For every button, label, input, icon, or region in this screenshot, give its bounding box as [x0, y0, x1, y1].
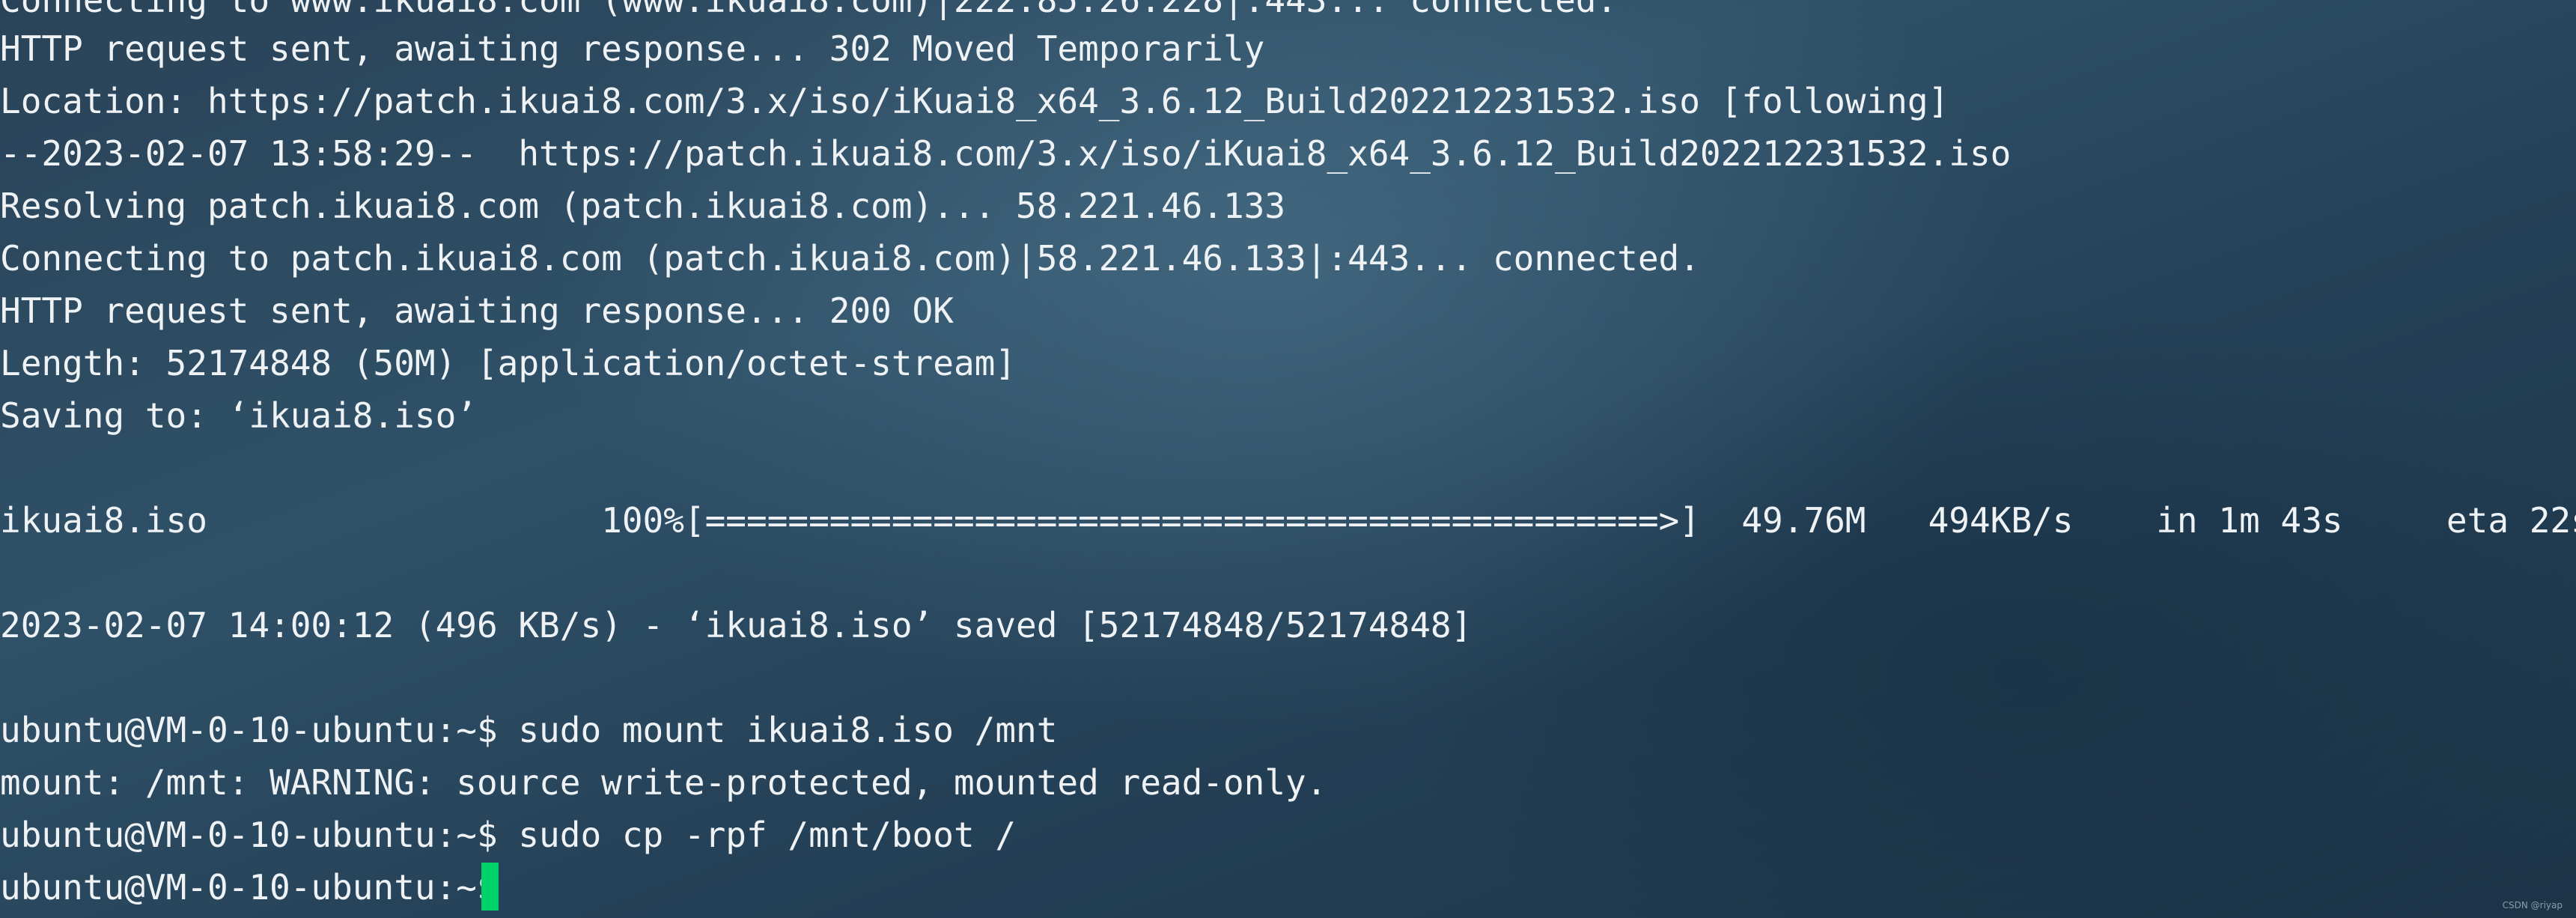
watermark: CSDN @riyap [2502, 900, 2563, 911]
terminal-prompt[interactable]: ubuntu@VM-0-10-ubuntu:~$ [0, 861, 518, 914]
terminal-line-copy-command: ubuntu@VM-0-10-ubuntu:~$ sudo cp -rpf /m… [0, 815, 1017, 855]
terminal-line-fetch-timestamp: --2023-02-07 13:58:29-- https://patch.ik… [0, 133, 2012, 174]
terminal-line-progress: ikuai8.iso 100%[========================… [0, 500, 2576, 541]
terminal-line-mount-command: ubuntu@VM-0-10-ubuntu:~$ sudo mount ikua… [0, 710, 1058, 750]
terminal-line-length: Length: 52174848 (50M) [application/octe… [0, 343, 1017, 383]
terminal-line-connecting-patch: Connecting to patch.ikuai8.com (patch.ik… [0, 238, 1700, 279]
terminal-line-mount-warning: mount: /mnt: WARNING: source write-prote… [0, 762, 1327, 803]
terminal-line-saving-to: Saving to: ‘ikuai8.iso’ [0, 395, 477, 436]
terminal-window[interactable]: Connecting to www.ikuai8.com (www.ikuai8… [0, 0, 2576, 918]
terminal-line-http-302: HTTP request sent, awaiting response... … [0, 28, 1265, 69]
terminal-line-saved: 2023-02-07 14:00:12 (496 KB/s) - ‘ikuai8… [0, 605, 1473, 645]
terminal-cursor [481, 863, 499, 911]
terminal-line-location: Location: https://patch.ikuai8.com/3.x/i… [0, 81, 1949, 121]
terminal-line-http-200: HTTP request sent, awaiting response... … [0, 291, 954, 331]
terminal-line-resolving: Resolving patch.ikuai8.com (patch.ikuai8… [0, 186, 1286, 226]
